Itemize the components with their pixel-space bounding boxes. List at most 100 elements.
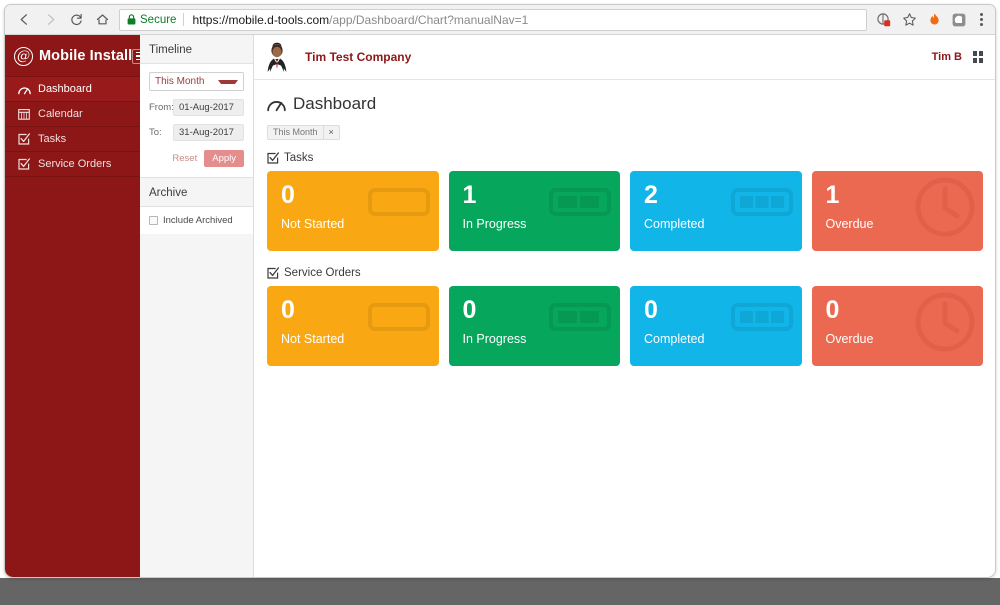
card-tasks-in-progress[interactable]: 1 In Progress — [448, 170, 620, 251]
home-icon[interactable] — [89, 7, 115, 33]
main-area: Tim Test Company Tim B Dashboard This Mo… — [254, 35, 995, 577]
to-label: To: — [149, 127, 162, 138]
timeline-range-value: This Month — [155, 76, 205, 87]
section-heading-service-orders: Service Orders — [267, 267, 983, 279]
page-title-text: Dashboard — [293, 94, 377, 113]
section-heading-text: Service Orders — [284, 266, 361, 279]
card-service-orders-overdue[interactable]: 0 Overdue — [811, 285, 983, 366]
omnibox-divider — [183, 13, 185, 26]
toolbar-right-group — [873, 9, 989, 31]
filter-actions: Reset Apply — [149, 150, 244, 167]
user-avatar-icon — [259, 39, 295, 75]
include-archived-checkbox[interactable] — [149, 216, 158, 225]
card-label: In Progress — [462, 216, 527, 231]
tasks-card-grid: 0 Not Started 1 In Progress 2 Completed … — [267, 170, 983, 251]
desktop-taskbar — [0, 578, 1000, 605]
dashboard-content: Dashboard This Month × Tasks 0 Not Start… — [254, 80, 995, 577]
grid-apps-icon[interactable] — [973, 51, 983, 63]
sidebar-brand[interactable]: @ Mobile Install — [5, 35, 150, 77]
lock-icon — [127, 14, 136, 25]
page-title: Dashboard — [267, 94, 983, 114]
url-host: https://mobile.d-tools.com — [192, 12, 330, 27]
card-count: 1 — [462, 180, 477, 209]
from-label: From: — [149, 102, 174, 113]
card-count: 2 — [644, 180, 658, 209]
card-service-orders-in-progress[interactable]: 0 In Progress — [448, 285, 620, 366]
card-label: Completed — [644, 331, 705, 346]
card-label: Not Started — [281, 331, 345, 346]
browser-toolbar: Secure https://mobile.d-tools.com/app/Da… — [5, 5, 995, 35]
card-count: 0 — [462, 295, 477, 324]
card-tasks-not-started[interactable]: 0 Not Started — [267, 170, 439, 251]
company-name: Tim Test Company — [305, 50, 412, 64]
close-icon[interactable]: × — [322, 125, 339, 139]
active-filter-chip[interactable]: This Month × — [267, 124, 340, 140]
desktop-backdrop: Secure https://mobile.d-tools.com/app/Da… — [0, 0, 1000, 605]
url-path: /app/Dashboard/Chart?manualNav=1 — [329, 12, 529, 27]
card-count: 0 — [281, 180, 295, 209]
flame-extension-icon[interactable] — [923, 9, 945, 31]
timeline-range-select[interactable]: This Month — [149, 72, 244, 91]
card-tasks-overdue[interactable]: 1 Overdue — [811, 170, 983, 251]
sidebar-item-label: Calendar — [38, 108, 83, 120]
chevron-down-icon — [218, 79, 238, 84]
card-label: Not Started — [281, 216, 345, 231]
sidebar-item-dashboard[interactable]: Dashboard — [5, 76, 140, 102]
page-viewport: @ Mobile Install Dashboard Calendar Task… — [5, 35, 995, 577]
to-row: To: 31-Aug-2017 — [149, 124, 244, 141]
section-heading-tasks: Tasks — [267, 152, 983, 164]
sidebar-item-calendar[interactable]: Calendar — [5, 101, 140, 127]
card-count: 1 — [825, 180, 840, 209]
reset-button[interactable]: Reset — [172, 153, 197, 164]
timeline-body: This Month From: 01-Aug-2017 To: 31-Aug-… — [140, 64, 253, 177]
card-service-orders-not-started[interactable]: 0 Not Started — [267, 285, 439, 366]
card-count: 0 — [825, 295, 840, 324]
apply-button[interactable]: Apply — [204, 150, 244, 167]
checkbox-check-icon — [17, 158, 31, 171]
browser-window: Secure https://mobile.d-tools.com/app/Da… — [4, 4, 996, 578]
square-extension-icon[interactable] — [948, 9, 970, 31]
to-date-input[interactable]: 31-Aug-2017 — [173, 124, 244, 141]
card-label: Overdue — [825, 216, 874, 231]
service-orders-card-grid: 0 Not Started 0 In Progress 0 Completed … — [267, 285, 983, 366]
section-heading-text: Tasks — [284, 151, 314, 164]
kebab-menu-icon[interactable] — [973, 13, 989, 26]
card-tasks-completed[interactable]: 2 Completed — [630, 170, 802, 251]
archive-heading: Archive — [140, 177, 253, 207]
secure-label: Secure — [140, 13, 177, 26]
back-arrow-icon[interactable] — [11, 7, 37, 33]
checkbox-check-icon — [17, 133, 31, 146]
brand-name: Mobile Install — [39, 48, 133, 64]
app-topbar: Tim Test Company Tim B — [254, 35, 995, 80]
active-filter-chip-label: This Month — [273, 127, 318, 137]
star-icon[interactable] — [898, 9, 920, 31]
archive-body[interactable]: Include Archived — [140, 207, 253, 234]
card-service-orders-completed[interactable]: 0 Completed — [630, 285, 802, 366]
card-label: In Progress — [462, 331, 527, 346]
from-date-input[interactable]: 01-Aug-2017 — [173, 99, 244, 116]
gauge-icon — [267, 97, 286, 112]
url-text: https://mobile.d-tools.com/app/Dashboard… — [192, 13, 528, 27]
gauge-icon — [17, 83, 31, 96]
forward-arrow-icon — [37, 7, 63, 33]
sidebar-item-label: Service Orders — [38, 158, 112, 170]
card-count: 0 — [644, 295, 658, 324]
extension-badge-icon[interactable] — [873, 9, 895, 31]
user-menu[interactable]: Tim B — [932, 51, 962, 63]
checkbox-check-icon — [267, 151, 279, 164]
card-count: 0 — [281, 295, 295, 324]
sidebar-item-service-orders[interactable]: Service Orders — [5, 151, 140, 177]
filter-panel: Timeline This Month From: 01-Aug-2017 To… — [140, 35, 254, 577]
app-sidebar: @ Mobile Install Dashboard Calendar Task… — [5, 35, 150, 577]
sidebar-item-tasks[interactable]: Tasks — [5, 126, 140, 152]
sidebar-item-label: Dashboard — [38, 83, 92, 95]
reload-icon[interactable] — [63, 7, 89, 33]
card-label: Completed — [644, 216, 705, 231]
at-logo-icon: @ — [14, 46, 33, 66]
address-bar[interactable]: Secure https://mobile.d-tools.com/app/Da… — [119, 8, 867, 31]
timeline-heading: Timeline — [140, 35, 253, 64]
card-label: Overdue — [825, 331, 874, 346]
calendar-icon — [17, 108, 31, 121]
include-archived-label: Include Archived — [163, 215, 233, 226]
sidebar-item-label: Tasks — [38, 133, 67, 145]
